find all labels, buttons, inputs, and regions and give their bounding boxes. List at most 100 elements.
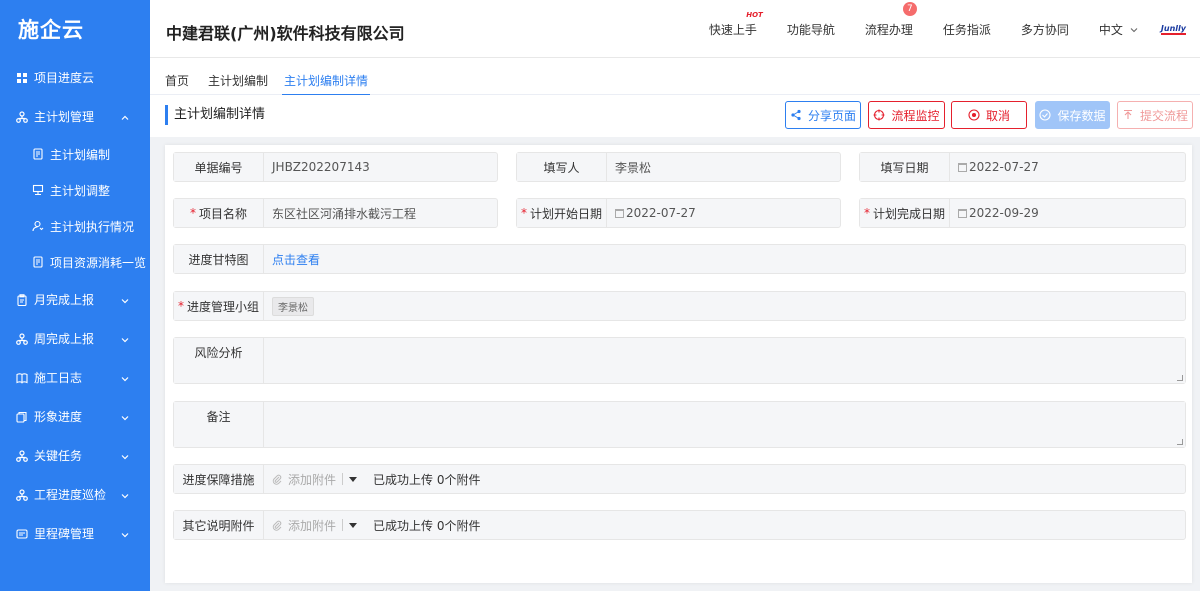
field-label: 填写日期	[860, 153, 950, 181]
paperclip-icon	[272, 519, 282, 531]
calendar-icon	[958, 208, 967, 218]
sidebar-item-project-progress[interactable]: 项目进度云	[0, 58, 150, 97]
label-text: 计划完成日期	[872, 206, 945, 221]
dropdown-caret-icon[interactable]	[349, 476, 358, 482]
add-attachment-button[interactable]: 添加附件	[272, 517, 336, 534]
person-icon	[32, 220, 44, 232]
field-label: * 计划开始日期	[517, 199, 607, 227]
label-text: 进度管理小组	[186, 299, 259, 314]
cancel-button[interactable]: 取消	[951, 101, 1027, 129]
field-label: * 项目名称	[174, 199, 264, 227]
menu-quick-start[interactable]: 快速上手 HOT	[709, 11, 763, 38]
field-label: 填写人	[517, 153, 607, 181]
required-mark: *	[177, 299, 184, 313]
field-team[interactable]: * 进度管理小组 李景松	[173, 291, 1186, 321]
gantt-value: 点击查看	[264, 245, 1185, 273]
view-gantt-link[interactable]: 点击查看	[272, 251, 320, 268]
divider	[342, 519, 344, 531]
date-text: 2022-07-27	[969, 160, 1039, 174]
sidebar-item-master-plan[interactable]: 主计划管理	[0, 97, 150, 136]
sidebar-item-plan-execution[interactable]: 主计划执行情况	[0, 208, 150, 244]
field-label: 备注	[174, 402, 264, 447]
risk-textarea[interactable]	[264, 338, 1185, 383]
sidebar-item-label: 项目资源消耗一览	[50, 255, 147, 270]
start-date-picker[interactable]: 2022-07-27	[607, 199, 840, 227]
field-end-date[interactable]: * 计划完成日期 2022-09-29	[859, 198, 1186, 228]
org-icon	[16, 332, 28, 345]
remark-textarea[interactable]	[264, 402, 1185, 447]
chevron-down-icon	[120, 334, 130, 344]
resize-handle[interactable]	[1177, 439, 1183, 445]
company-name: 中建君联(广州)软件科技有限公司	[166, 24, 405, 43]
chevron-down-icon	[120, 295, 130, 305]
top-header: 中建君联(广州)软件科技有限公司 快速上手 HOT 功能导航 流程办理 7 任务…	[150, 0, 1200, 58]
field-label: 风险分析	[174, 338, 264, 383]
sidebar-item-label: 里程碑管理	[34, 527, 95, 541]
share-button[interactable]: 分享页面	[785, 101, 861, 129]
field-risk: 风险分析	[173, 337, 1186, 384]
dropdown-caret-icon[interactable]	[349, 522, 358, 528]
share-icon	[790, 109, 802, 121]
grid-icon	[16, 72, 28, 84]
add-attachment-button[interactable]: 添加附件	[272, 471, 336, 488]
sidebar-nav: 项目进度云 主计划管理 主计划编制 主计划调整 主计划执行情况 项目资源消耗一览…	[0, 58, 150, 553]
field-label: * 进度管理小组	[174, 292, 264, 320]
logo[interactable]: 施企云	[0, 0, 150, 58]
tab-home[interactable]: 首页	[165, 72, 189, 89]
notification-badge: 7	[902, 1, 917, 16]
menu-function-nav[interactable]: 功能导航	[787, 21, 835, 38]
menu-label: 任务指派	[942, 22, 991, 37]
menu-collaboration[interactable]: 多方协同	[1021, 21, 1069, 38]
tab-plan-compile[interactable]: 主计划编制	[208, 72, 268, 89]
sidebar-item-monthly-report[interactable]: 月完成上报	[0, 280, 150, 319]
sidebar-item-label: 周完成上报	[34, 332, 95, 346]
resize-handle[interactable]	[1177, 375, 1183, 381]
calendar-icon	[958, 162, 967, 172]
sidebar-item-label: 施工日志	[34, 371, 83, 385]
sidebar-item-progress-inspection[interactable]: 工程进度巡检	[0, 475, 150, 514]
org-icon	[16, 449, 28, 462]
menu-process-handling[interactable]: 流程办理 7	[864, 1, 917, 38]
submit-process-button[interactable]: 提交流程	[1117, 101, 1193, 129]
sidebar-item-visual-progress[interactable]: 形象进度	[0, 397, 150, 436]
team-value[interactable]: 李景松	[264, 292, 1185, 320]
required-mark: *	[189, 206, 196, 220]
sidebar-item-plan-compile[interactable]: 主计划编制	[0, 136, 150, 172]
stack-icon	[16, 411, 28, 423]
field-remark: 备注	[173, 401, 1186, 448]
form-card: 单据编号 JHBZ202207143 填写人 李景松 填写日期 2022-07-…	[165, 145, 1192, 583]
doc-no-value: JHBZ202207143	[272, 160, 370, 174]
date-text: 2022-09-29	[969, 206, 1039, 220]
org-icon	[16, 488, 28, 501]
target-icon	[873, 109, 885, 121]
sidebar-item-milestones[interactable]: 里程碑管理	[0, 514, 150, 553]
tab-plan-detail[interactable]: 主计划编制详情	[281, 72, 371, 96]
field-project-name[interactable]: * 项目名称 东区社区河涌排水截污工程	[173, 198, 498, 228]
check-circle-icon	[1039, 109, 1052, 121]
sidebar-item-label: 主计划编制	[50, 147, 111, 162]
menu-label: 流程办理	[864, 22, 913, 37]
field-label: 进度保障措施	[174, 465, 264, 493]
end-date-picker[interactable]: 2022-09-29	[950, 199, 1185, 227]
sidebar-item-construction-log[interactable]: 施工日志	[0, 358, 150, 397]
sidebar-item-label: 主计划管理	[34, 110, 95, 124]
sidebar-item-weekly-report[interactable]: 周完成上报	[0, 319, 150, 358]
doc-icon	[32, 148, 44, 160]
date-text: 2022-07-27	[626, 206, 696, 220]
add-attachment-label: 添加附件	[288, 518, 337, 533]
project-name-value[interactable]: 东区社区河涌排水截污工程	[264, 199, 497, 227]
language-select[interactable]: 中文	[1099, 21, 1139, 38]
button-label: 分享页面	[807, 108, 856, 123]
menu-task-assign[interactable]: 任务指派	[943, 21, 991, 38]
sidebar-item-key-tasks[interactable]: 关键任务	[0, 436, 150, 475]
brand-logo[interactable]: Junlly	[1160, 24, 1186, 35]
close-circle-icon	[968, 109, 980, 121]
sidebar-item-plan-adjust[interactable]: 主计划调整	[0, 172, 150, 208]
divider	[342, 473, 344, 485]
field-start-date[interactable]: * 计划开始日期 2022-07-27	[516, 198, 841, 228]
save-button[interactable]: 保存数据	[1035, 101, 1110, 129]
process-monitor-button[interactable]: 流程监控	[868, 101, 945, 129]
sidebar-item-resource-consumption[interactable]: 项目资源消耗一览	[0, 244, 150, 280]
chevron-down-icon	[120, 451, 130, 461]
field-label: 进度甘特图	[174, 245, 264, 273]
